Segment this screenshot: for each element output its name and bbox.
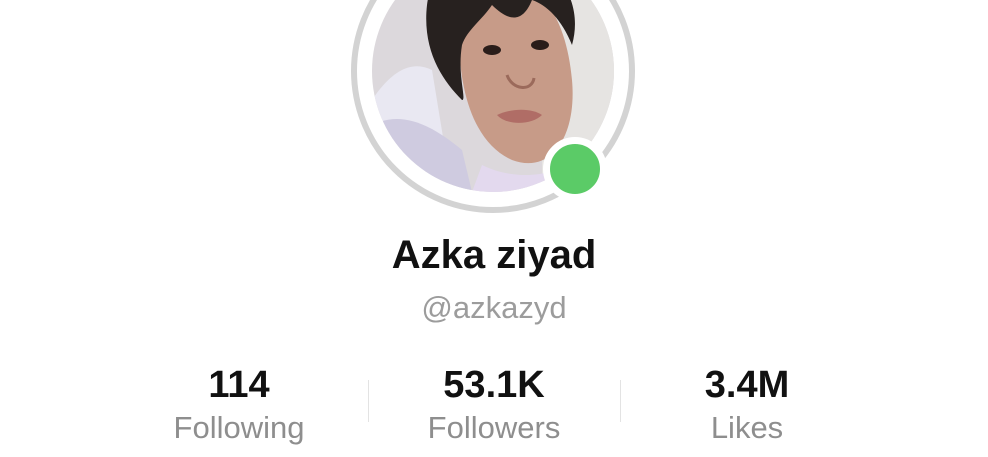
followers-label: Followers — [427, 410, 561, 445]
likes-label: Likes — [710, 410, 784, 445]
online-status-dot — [543, 137, 607, 201]
likes-count: 3.4M — [704, 364, 790, 406]
username: @azkazyd — [421, 290, 567, 325]
followers-count: 53.1K — [443, 364, 545, 406]
following-count: 114 — [208, 364, 270, 406]
following-label: Following — [173, 410, 305, 445]
likes-stat[interactable]: 3.4M Likes — [617, 362, 877, 448]
display-name: Azka ziyad — [391, 233, 597, 277]
following-stat[interactable]: 114 Following — [109, 362, 369, 448]
followers-stat[interactable]: 53.1K Followers — [364, 362, 624, 448]
